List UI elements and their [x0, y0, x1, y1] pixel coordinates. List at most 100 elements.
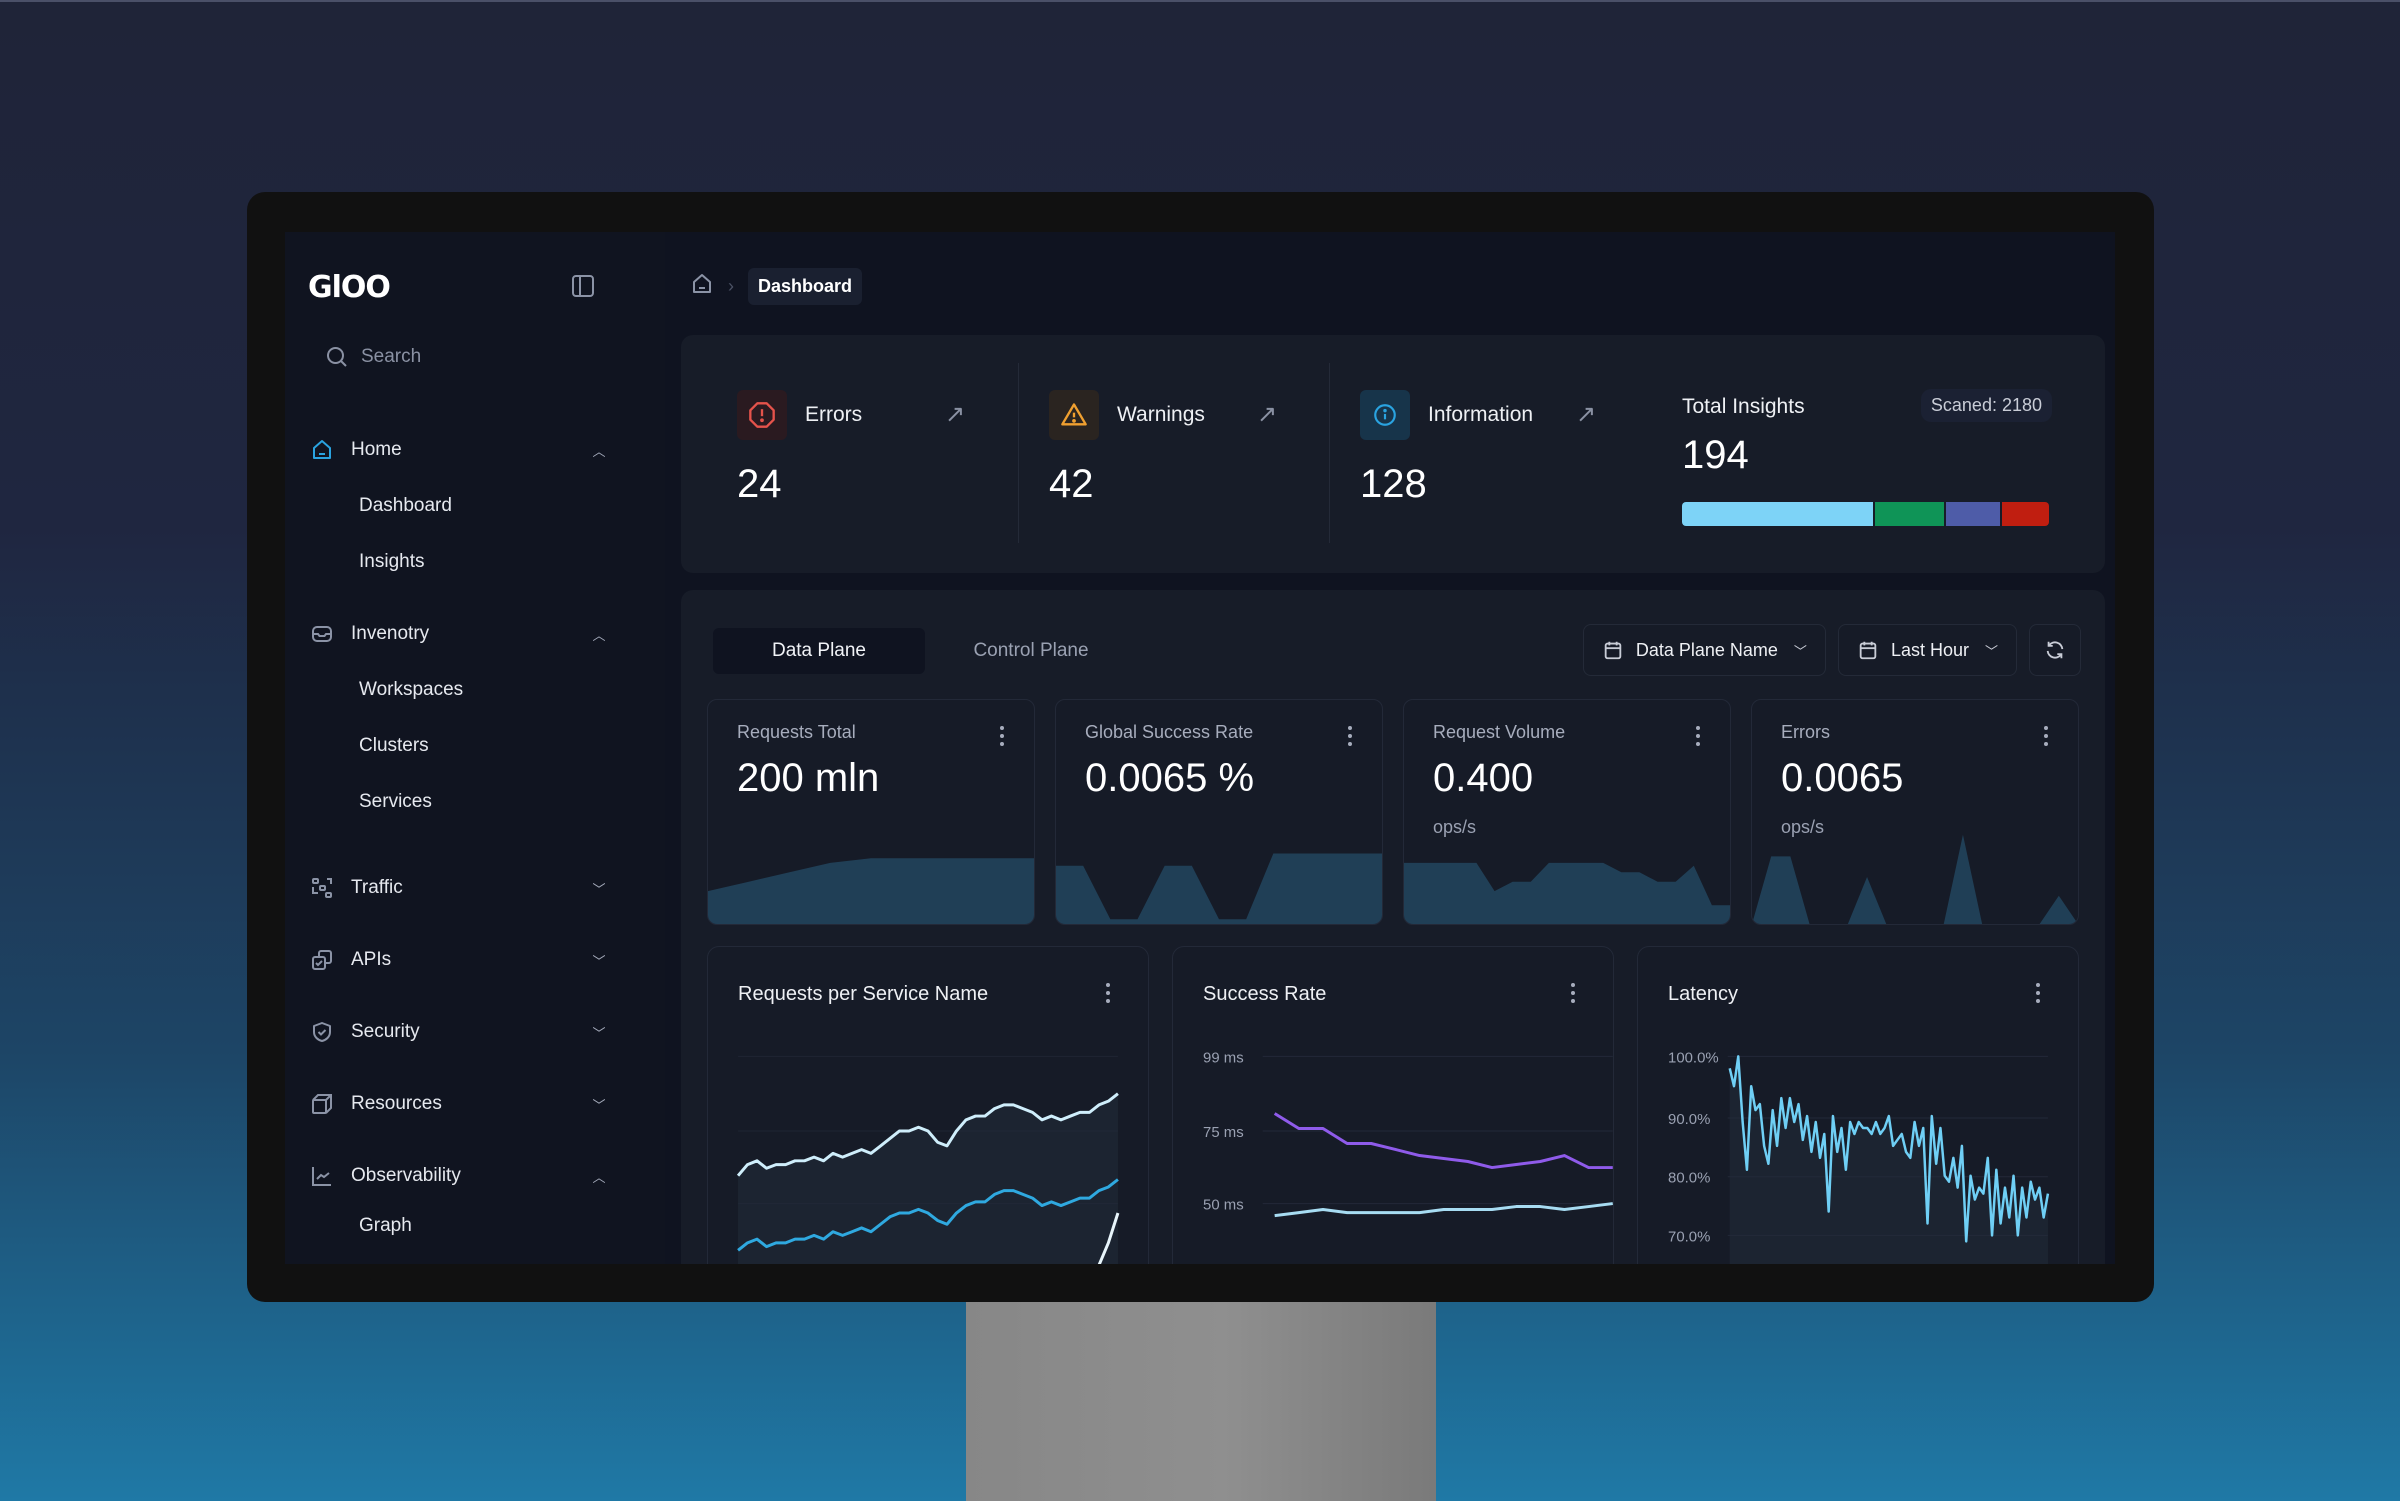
top-edge [0, 0, 2400, 2]
search-bar[interactable] [325, 345, 561, 369]
chevron-up-icon[interactable]: ︿ [589, 441, 609, 460]
time-range-select[interactable]: Last Hour ﹀ [1837, 624, 2017, 676]
stat-value: 42 [1049, 462, 1094, 506]
total-insights: Total Insights Scaned: 2180 194 [1682, 389, 2052, 526]
sidebar-item-label: Security [351, 1021, 420, 1042]
sparkline-area [1056, 853, 1382, 924]
sidebar-item-inventory[interactable]: Invenotry ︿ [309, 606, 609, 662]
kpi-sparkline [1056, 853, 1382, 924]
more-vertical-icon[interactable] [1000, 726, 1004, 746]
sidebar-item-home[interactable]: Home ︿ [309, 422, 609, 478]
traffic-icon [309, 875, 335, 901]
refresh-icon [2046, 641, 2064, 659]
segment-success [1875, 502, 1944, 526]
stat-warnings[interactable]: Warnings ↗ 42 [1049, 390, 1279, 507]
sidebar-item-security[interactable]: Security ﹀ [309, 996, 609, 1068]
series-area [1729, 1056, 2048, 1264]
y-tick-label: 90.0% [1668, 1112, 1710, 1128]
chevron-down-icon[interactable]: ﹀ [589, 951, 609, 970]
calendar-icon [1604, 641, 1622, 660]
shield-icon [309, 1019, 335, 1045]
logo[interactable]: GlOO [308, 270, 391, 305]
sparkline-area [1752, 834, 2078, 924]
chevron-down-icon: ﹀ [1793, 643, 1807, 659]
kpi-title: Errors [1781, 722, 1830, 742]
nav-group-home: Home ︿ Dashboard Insights [309, 422, 609, 590]
y-tick-label: 70.0% [1668, 1229, 1710, 1245]
sparkline-area [1404, 862, 1730, 924]
sidebar-item-apis[interactable]: APIs ﹀ [309, 924, 609, 996]
kpi-value: 0.0065 % [1085, 756, 1255, 800]
chevron-down-icon: ﹀ [1984, 643, 1998, 659]
data-plane-select-value: Data Plane Name [1635, 639, 1778, 660]
breadcrumb-current[interactable]: Dashboard [748, 268, 863, 305]
chevron-down-icon[interactable]: ﹀ [589, 1023, 609, 1042]
sidebar-item-traffic[interactable]: Traffic ﹀ [309, 852, 609, 924]
kpi-card[interactable]: Request Volume 0.400 ops/s [1403, 699, 1731, 925]
warning-triangle-icon [1049, 390, 1099, 440]
home-icon [309, 437, 335, 463]
segment-errors [2002, 502, 2049, 526]
stat-errors[interactable]: Errors ↗ 24 [737, 390, 967, 507]
refresh-button[interactable] [2029, 624, 2081, 676]
more-vertical-icon[interactable] [1348, 726, 1352, 746]
more-vertical-icon[interactable] [1696, 726, 1700, 746]
sidebar-item-clusters[interactable]: Clusters [309, 718, 609, 774]
series-line-series-1 [1273, 1112, 1613, 1170]
search-input[interactable] [361, 346, 561, 368]
divider [1329, 363, 1330, 543]
chart-card-success-rate: 99 ms 75 ms 50 ms Success Rate [1172, 946, 1614, 1264]
more-vertical-icon[interactable] [1106, 983, 1110, 1003]
chevron-down-icon[interactable]: ﹀ [589, 1095, 609, 1114]
divider [1018, 363, 1019, 543]
breadcrumb: › Dashboard [690, 268, 863, 305]
arrow-up-right-icon[interactable]: ↗ [945, 400, 965, 429]
info-circle-icon [1360, 390, 1410, 440]
series-line-series-2 [1274, 1202, 1613, 1218]
sidebar-item-dashboard[interactable]: Dashboard [309, 478, 609, 534]
sidebar-nav: Home ︿ Dashboard Insights Invenotry ︿ Wo… [309, 422, 609, 1254]
tab-data-plane[interactable]: Data Plane [713, 628, 925, 674]
y-tick-label: 80.0% [1668, 1171, 1710, 1187]
time-range-select-value: Last Hour [1890, 639, 1969, 660]
metrics-panel: Data Plane Control Plane Data Plane Name… [681, 590, 2105, 1264]
kpi-value: 0.400 [1433, 756, 1534, 800]
tab-control-plane[interactable]: Control Plane [925, 628, 1137, 674]
more-vertical-icon[interactable] [2044, 726, 2048, 746]
chart-card-latency: 100.0% 90.0% 80.0% 70.0% Latency [1637, 946, 2079, 1264]
filters: Data Plane Name ﹀ Last Hour ﹀ [1582, 624, 2081, 676]
sidebar-item-label: Invenotry [351, 623, 430, 644]
chevron-up-icon[interactable]: ︿ [589, 625, 609, 644]
data-plane-select[interactable]: Data Plane Name ﹀ [1582, 624, 1826, 676]
segment-warnings [1945, 502, 2001, 526]
chart-title: Success Rate [1203, 983, 1327, 1005]
breadcrumb-home-icon[interactable] [690, 272, 714, 301]
more-vertical-icon[interactable] [2036, 983, 2040, 1003]
kpi-card[interactable]: Global Success Rate 0.0065 % [1055, 699, 1383, 925]
app-screen: GlOO Home ︿ Dashboard Insigh [285, 232, 2115, 1264]
arrow-up-right-icon[interactable]: ↗ [1576, 400, 1596, 429]
sidebar-item-graph[interactable]: Graph [309, 1198, 609, 1254]
more-vertical-icon[interactable] [1571, 983, 1575, 1003]
stat-information[interactable]: Information ↗ 128 [1360, 390, 1600, 507]
chevron-down-icon[interactable]: ﹀ [589, 879, 609, 898]
error-octagon-icon [737, 390, 787, 440]
kpi-title: Global Success Rate [1085, 722, 1254, 742]
chevron-up-icon[interactable]: ︿ [589, 1167, 609, 1186]
sidebar-item-insights[interactable]: Insights [309, 534, 609, 590]
segment-information [1682, 502, 1874, 526]
line-chart-icon [309, 1163, 335, 1189]
sidebar-toggle-icon[interactable] [572, 275, 594, 297]
sidebar-item-label: Traffic [351, 877, 403, 898]
box-icon [309, 1091, 335, 1117]
sidebar-item-services[interactable]: Services [309, 774, 609, 830]
sidebar-item-workspaces[interactable]: Workspaces [309, 662, 609, 718]
stat-label: Information [1428, 403, 1534, 426]
sidebar-item-resources[interactable]: Resources ﹀ [309, 1068, 609, 1140]
y-tick-label: 75 ms [1203, 1125, 1244, 1141]
chart-title: Latency [1668, 983, 1739, 1005]
main-content: › Dashboard Errors ↗ 24 Warnings ↗ 42 In… [665, 232, 2115, 1264]
kpi-card[interactable]: Errors 0.0065 ops/s [1751, 699, 2079, 925]
arrow-up-right-icon[interactable]: ↗ [1257, 400, 1277, 429]
kpi-card[interactable]: Requests Total 200 mln [707, 699, 1035, 925]
